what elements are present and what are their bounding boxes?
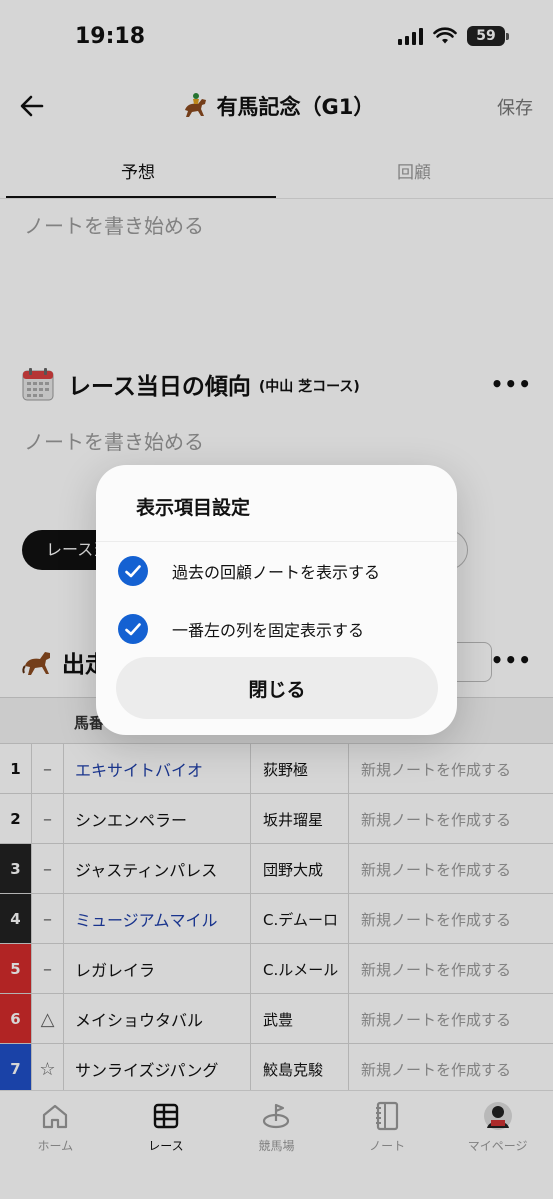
close-button[interactable]: 閉じる bbox=[116, 657, 438, 719]
dialog-title: 表示項目設定 bbox=[136, 497, 251, 519]
option-show-past-review[interactable]: 過去の回顧ノートを表示する bbox=[118, 555, 380, 587]
option-fix-left-column[interactable]: 一番左の列を固定表示する bbox=[118, 613, 364, 645]
app-screen: 19:18 59 有馬記念（G1） 保存 予想 回顧 ノートを書き始める レース… bbox=[0, 0, 553, 1199]
display-settings-dialog: 表示項目設定 過去の回顧ノートを表示する 一番左の列を固定表示する 閉じる bbox=[96, 465, 457, 735]
option-label: 一番左の列を固定表示する bbox=[172, 621, 365, 640]
checkbox-checked-icon[interactable] bbox=[118, 614, 148, 644]
dialog-divider bbox=[96, 541, 457, 542]
option-label: 過去の回顧ノートを表示する bbox=[172, 563, 381, 582]
checkbox-checked-icon[interactable] bbox=[118, 556, 148, 586]
